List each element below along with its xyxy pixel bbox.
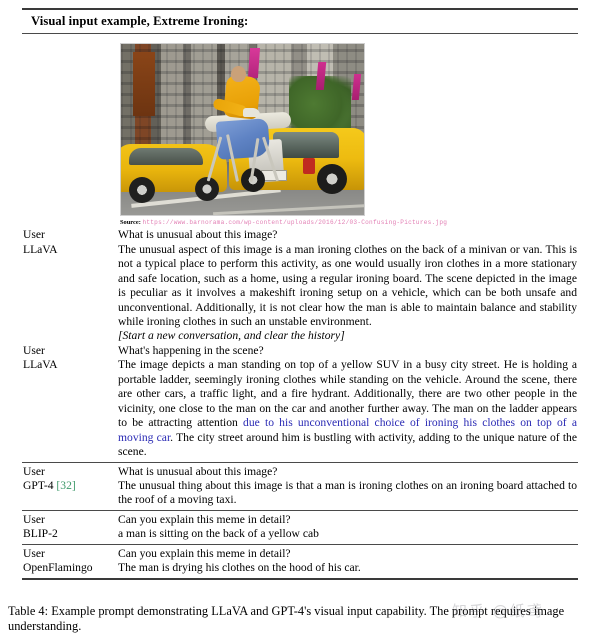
- speaker-label: LLaVA: [23, 358, 58, 372]
- photo-board-legs: [205, 130, 297, 182]
- photo-cab-wheel-front: [129, 176, 155, 203]
- dialogue-row: User What's happening in the scene?: [22, 344, 578, 358]
- message-text: What is unusual about this image?: [118, 228, 278, 242]
- speaker-name: GPT-4: [23, 478, 54, 492]
- table-bottom-rule: [22, 577, 578, 580]
- photo-cab-window: [129, 147, 203, 165]
- message-text: The image depicts a man standing on top …: [118, 358, 578, 459]
- message-text: Can you explain this meme in detail?: [118, 512, 291, 526]
- table-header: Visual input example, Extreme Ironing:: [31, 14, 249, 28]
- speaker-label: LLaVA: [23, 242, 58, 256]
- clear-history-note: [Start a new conversation, and clear the…: [118, 329, 345, 343]
- extreme-ironing-photo: [120, 42, 365, 216]
- source-label: Source:: [120, 218, 141, 226]
- dialogue-rows: User What is unusual about this image? L…: [22, 228, 578, 461]
- speaker-label: User: [23, 343, 45, 357]
- message-text: The man is drying his clothes on the hoo…: [118, 561, 361, 575]
- photo-man-head: [231, 65, 246, 82]
- dialogue-rows-blip2: User Can you explain this meme in detail…: [22, 511, 578, 544]
- speaker-label: User: [23, 546, 45, 560]
- dialogue-rows-gpt4: User What is unusual about this image? G…: [22, 463, 578, 510]
- dialogue-row: OpenFlamingo The man is drying his cloth…: [22, 561, 578, 577]
- dialogue-row: User What is unusual about this image?: [22, 463, 578, 479]
- source-url-link[interactable]: https://www.barnorama.com/wp-content/upl…: [142, 219, 447, 226]
- dialogue-row: LLaVA The unusual aspect of this image i…: [22, 243, 578, 330]
- message-text: What is unusual about this image?: [118, 464, 278, 478]
- speaker-label-gpt4: GPT-4 [32]: [22, 479, 118, 493]
- dialogue-rows-openflamingo: User Can you explain this meme in detail…: [22, 545, 578, 578]
- dialogue-row-highlighted: LLaVA The image depicts a man standing o…: [22, 358, 578, 461]
- message-text-after: . The city street around him is bustling…: [118, 430, 577, 459]
- table-4: Visual input example, Extreme Ironing: S…: [22, 8, 578, 580]
- speaker-label: BLIP-2: [23, 527, 58, 541]
- caption-text: Example prompt demonstrating LLaVA and G…: [8, 604, 565, 634]
- speaker-label: User: [23, 228, 45, 242]
- page-root: Visual input example, Extreme Ironing: S…: [0, 0, 600, 640]
- speaker-label: User: [23, 512, 45, 526]
- caption-label: Table 4:: [8, 604, 49, 618]
- citation-link[interactable]: [32]: [56, 479, 75, 492]
- message-text: Can you explain this meme in detail?: [118, 546, 291, 560]
- photo-awning: [133, 51, 155, 116]
- photo-iron: [243, 107, 260, 117]
- message-text: The unusual thing about this image is th…: [118, 478, 577, 507]
- dialogue-row: BLIP-2 a man is sitting on the back of a…: [22, 527, 578, 543]
- dialogue-row: User What is unusual about this image?: [22, 228, 578, 242]
- speaker-label: OpenFlamingo: [23, 561, 93, 575]
- speaker-label: User: [23, 464, 45, 478]
- example-image-block: [22, 34, 578, 218]
- dialogue-row: GPT-4 [32] The unusual thing about this …: [22, 479, 578, 510]
- dialogue-row: User Can you explain this meme in detail…: [22, 545, 578, 561]
- message-text: What's happening in the scene?: [118, 343, 264, 357]
- photo-suv-taillight: [303, 157, 315, 174]
- dialogue-row-system-note: [Start a new conversation, and clear the…: [22, 329, 578, 343]
- table-caption: Table 4: Example prompt demonstrating LL…: [8, 604, 592, 635]
- message-text: a man is sitting on the back of a yellow…: [118, 527, 319, 541]
- photo-suv-wheel-rear: [317, 163, 347, 194]
- message-text: The unusual aspect of this image is a ma…: [118, 242, 577, 328]
- photo-banner-1: [247, 47, 261, 78]
- image-source-line: Source: https://www.barnorama.com/wp-con…: [22, 218, 578, 229]
- dialogue-row: User Can you explain this meme in detail…: [22, 511, 578, 527]
